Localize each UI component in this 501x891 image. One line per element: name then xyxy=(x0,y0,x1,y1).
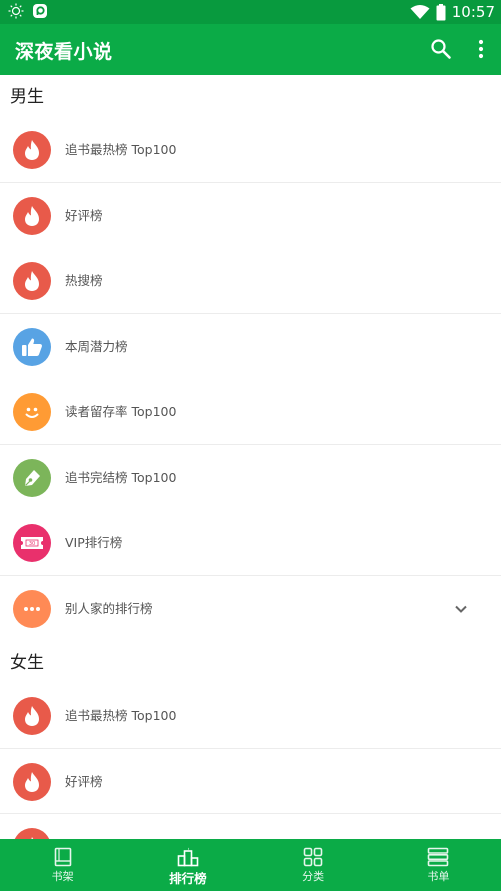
flame-icon xyxy=(13,196,51,235)
list-item-label: 热搜榜 xyxy=(65,273,103,288)
app-bar: 深夜看小说 xyxy=(0,24,501,75)
list-item-label: 好评榜 xyxy=(65,207,103,223)
pen-icon xyxy=(13,458,51,497)
category-icon xyxy=(303,847,323,867)
thumbs-up-icon xyxy=(13,327,51,366)
bottom-nav: 书架 排行榜 分类 书单 xyxy=(0,839,501,891)
section-title-male: 男生 xyxy=(10,87,44,107)
notification-app-icon xyxy=(33,4,47,18)
nav-item-bookshelf[interactable]: 书架 xyxy=(0,839,125,891)
status-time: 10:57 xyxy=(451,3,495,21)
list-item[interactable]: 追书最热榜 Top100 xyxy=(0,683,501,749)
list-item-expandable[interactable]: 别人家的排行榜 xyxy=(0,576,501,642)
list-item-label: 别人家的排行榜 xyxy=(65,600,153,616)
flame-icon xyxy=(13,697,51,735)
ranking-list: 男生 追书最热榜 Top100 好评榜 热搜榜 本周潜力榜 读者留存率 Top1… xyxy=(0,75,501,839)
list-item[interactable]: 热搜榜 xyxy=(0,248,501,314)
nav-item-category[interactable]: 分类 xyxy=(251,839,376,891)
list-item[interactable] xyxy=(0,814,501,839)
battery-icon xyxy=(436,3,446,20)
nav-label: 分类 xyxy=(302,870,325,883)
flame-icon xyxy=(13,262,51,300)
list-item[interactable]: 好评榜 xyxy=(0,749,501,815)
list-item[interactable]: 好评榜 xyxy=(0,183,501,249)
ranking-icon xyxy=(177,847,199,867)
booklist-icon xyxy=(428,847,449,867)
nav-label: 书单 xyxy=(427,870,450,883)
svg-text:30: 30 xyxy=(29,541,35,547)
list-item-label: 追书最热榜 Top100 xyxy=(65,142,177,157)
list-item-label: 本周潜力榜 xyxy=(65,338,128,354)
wifi-icon xyxy=(410,5,430,19)
nav-label: 排行榜 xyxy=(169,871,207,886)
nav-item-booklist[interactable]: 书单 xyxy=(376,839,501,891)
list-item-label: 读者留存率 Top100 xyxy=(65,404,177,419)
list-item[interactable]: 追书最热榜 Top100 xyxy=(0,117,501,183)
search-icon[interactable] xyxy=(430,38,452,60)
nav-item-ranking[interactable]: 排行榜 xyxy=(125,839,250,891)
list-item-label: 追书最热榜 Top100 xyxy=(65,708,177,723)
ellipsis-icon xyxy=(13,589,51,628)
list-item[interactable]: 读者留存率 Top100 xyxy=(0,379,501,445)
section-title-female: 女生 xyxy=(10,653,44,673)
more-vert-icon[interactable] xyxy=(470,37,492,61)
flame-icon xyxy=(13,828,51,839)
brightness-icon xyxy=(8,3,24,19)
list-item[interactable]: 追书完结榜 Top100 xyxy=(0,445,501,511)
list-item-label: 好评榜 xyxy=(65,773,103,789)
flame-icon xyxy=(13,131,51,169)
list-item-label: 追书完结榜 Top100 xyxy=(65,469,177,485)
nav-label: 书架 xyxy=(51,870,74,883)
ticket-icon: 30 xyxy=(13,524,51,562)
app-title: 深夜看小说 xyxy=(15,41,113,63)
flame-icon xyxy=(13,762,51,801)
list-item[interactable]: 30 VIP排行榜 xyxy=(0,510,501,576)
bookshelf-icon xyxy=(54,847,71,867)
list-item[interactable]: 本周潜力榜 xyxy=(0,314,501,380)
smiley-icon xyxy=(13,393,51,431)
list-item-label: VIP排行榜 xyxy=(65,535,123,550)
chevron-down-icon[interactable] xyxy=(452,600,470,618)
status-bar: 10:57 xyxy=(0,0,501,24)
